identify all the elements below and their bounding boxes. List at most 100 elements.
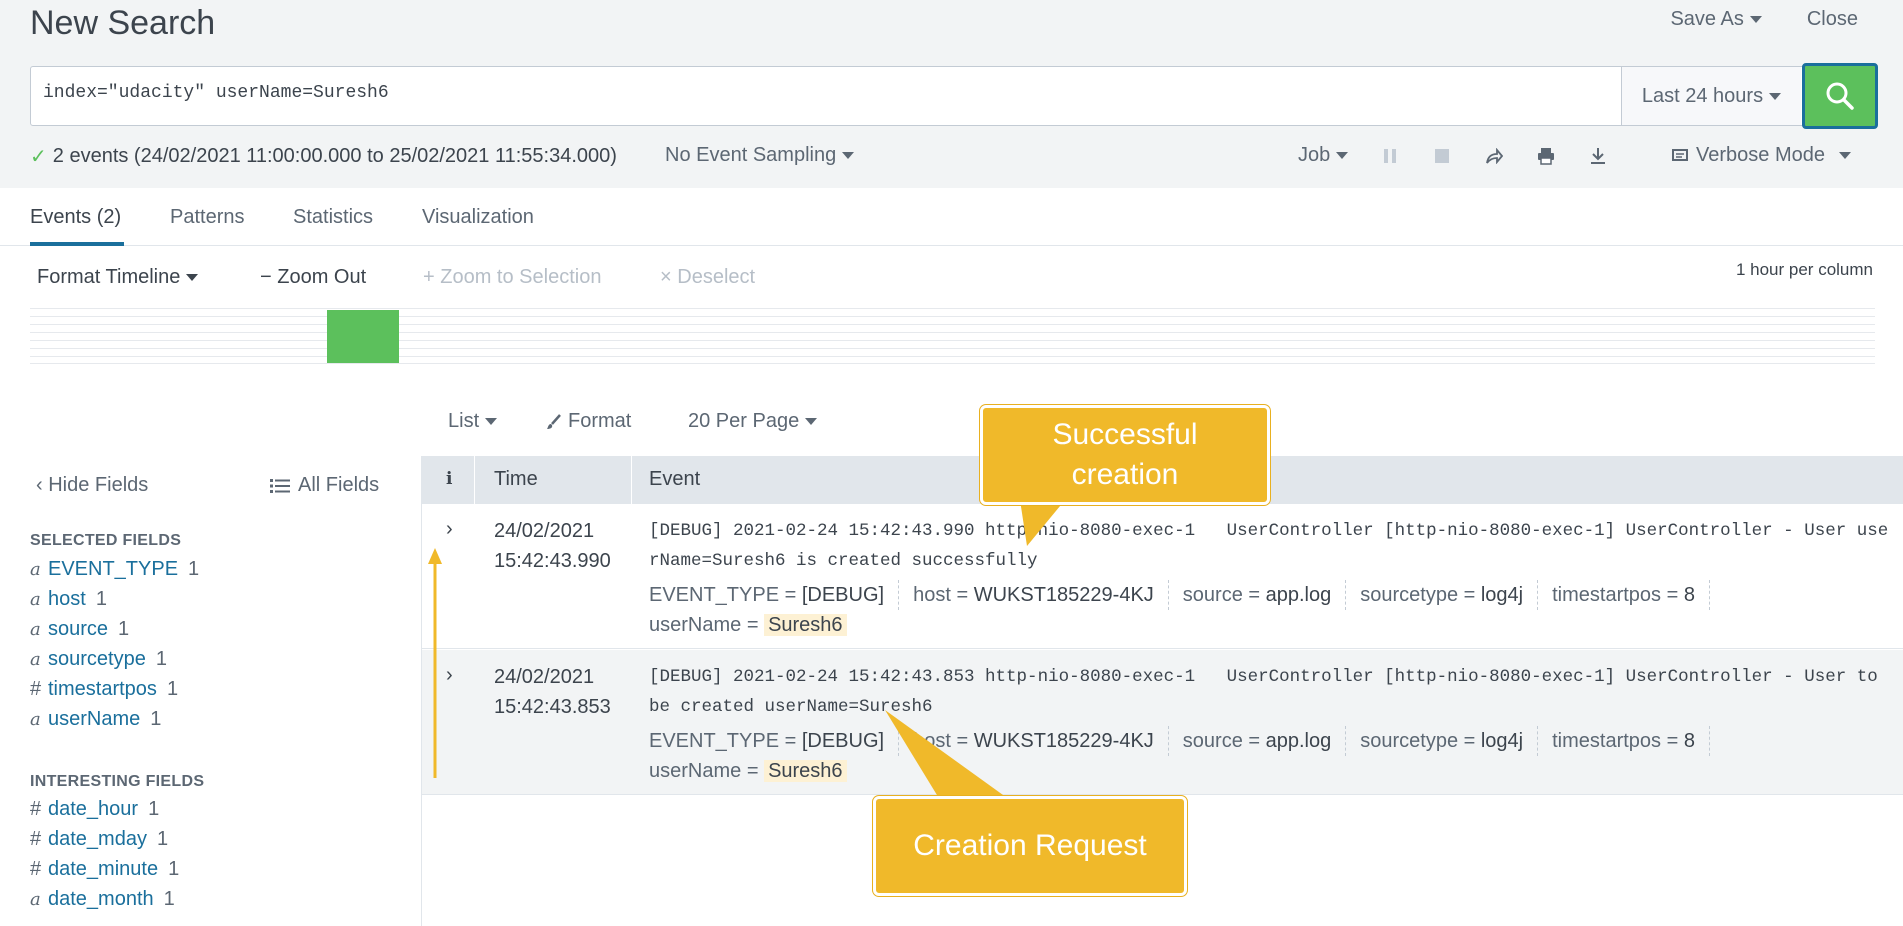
header-actions: Save As Close — [1670, 8, 1858, 31]
timeline-scale: 1 hour per column — [1735, 260, 1873, 279]
event-sampling-menu[interactable]: No Event Sampling — [665, 144, 855, 167]
fields-sidebar: ‹ Hide Fields All Fields SELECTED FIELDS… — [0, 456, 422, 926]
list-label: List — [448, 410, 480, 432]
search-button[interactable] — [1802, 63, 1878, 129]
field-key: userName = — [649, 760, 765, 782]
field-pair-username[interactable]: userName = Suresh6 — [649, 610, 861, 640]
search-input[interactable]: index="udacity" userName=Suresh6 — [43, 83, 389, 103]
format-timeline-menu[interactable]: Format Timeline — [37, 266, 199, 289]
field-pair-sourcetype[interactable]: sourcetype = log4j — [1360, 726, 1539, 756]
success-callout-text: Successful creation — [1052, 418, 1198, 491]
field-name[interactable]: EVENT_TYPE — [48, 558, 178, 581]
event-time[interactable]: 24/02/2021 15:42:43.853 — [494, 662, 611, 722]
job-toolbar: Job — [1298, 144, 1608, 167]
tab-visualization[interactable]: Visualization — [422, 206, 534, 229]
table-row[interactable]: › 24/02/2021 15:42:43.990 [DEBUG] 2021-0… — [422, 504, 1903, 649]
field-date-month[interactable]: a date_month 1 — [30, 888, 175, 911]
timeline-gridline — [30, 348, 1875, 349]
field-name[interactable]: source — [48, 618, 108, 641]
share-icon[interactable] — [1484, 146, 1504, 166]
export-icon[interactable] — [1588, 146, 1608, 166]
field-pair-source[interactable]: source = app.log — [1182, 726, 1347, 756]
save-as-menu[interactable]: Save As — [1670, 8, 1762, 31]
interesting-fields-title: INTERESTING FIELDS — [30, 773, 205, 790]
event-summary: 2 events (24/02/2021 11:00:00.000 to 25/… — [52, 145, 617, 167]
zoom-to-selection-label: Zoom to Selection — [440, 266, 602, 288]
caret-down-icon — [1769, 92, 1782, 100]
list-view-menu[interactable]: List — [448, 410, 498, 433]
field-username[interactable]: a userName 1 — [30, 708, 161, 731]
field-name[interactable]: timestartpos — [48, 678, 157, 701]
deselect-button[interactable]: × Deselect — [660, 266, 755, 289]
table-row[interactable]: › 24/02/2021 15:42:43.853 [DEBUG] 2021-0… — [422, 650, 1903, 795]
plus-icon: + — [423, 266, 435, 288]
event-raw-text[interactable]: [DEBUG] 2021-02-24 15:42:43.853 http-nio… — [649, 662, 1889, 722]
string-field-icon: a — [30, 649, 41, 670]
job-menu[interactable]: Job — [1298, 144, 1349, 167]
field-pair-event-type[interactable]: EVENT_TYPE = [DEBUG] — [649, 580, 900, 610]
field-sourcetype[interactable]: a sourcetype 1 — [30, 648, 167, 671]
brush-icon — [547, 413, 561, 429]
stop-icon[interactable] — [1432, 146, 1452, 166]
field-pair-timestartpos[interactable]: timestartpos = 8 — [1552, 580, 1710, 610]
event-time[interactable]: 24/02/2021 15:42:43.990 — [494, 516, 611, 576]
tab-events[interactable]: Events (2) — [30, 206, 121, 229]
field-date-minute[interactable]: # date_minute 1 — [30, 858, 179, 881]
timeline-gridline — [30, 332, 1875, 333]
timeline-gridline — [30, 324, 1875, 325]
field-name[interactable]: date_minute — [48, 858, 158, 881]
event-field-summary: EVENT_TYPE = [DEBUG] host = WUKST185229-4… — [649, 580, 1889, 640]
list-icon — [270, 478, 290, 493]
event-raw-text[interactable]: [DEBUG] 2021-02-24 15:42:43.990 http-nio… — [649, 516, 1889, 576]
deselect-label: Deselect — [677, 266, 756, 288]
field-name[interactable]: date_hour — [48, 798, 138, 821]
pause-icon[interactable] — [1380, 146, 1400, 166]
field-key: source = — [1182, 730, 1266, 752]
zoom-to-selection-button[interactable]: + Zoom to Selection — [423, 266, 601, 289]
field-pair-sourcetype[interactable]: sourcetype = log4j — [1360, 580, 1539, 610]
format-button[interactable]: Format — [546, 410, 631, 433]
search-mode-menu[interactable]: Verbose Mode — [1672, 144, 1851, 167]
field-pair-event-type[interactable]: EVENT_TYPE = [DEBUG] — [649, 726, 900, 756]
column-time[interactable]: Time — [494, 468, 538, 491]
timeline-gridline — [30, 356, 1875, 357]
close-button[interactable]: Close — [1807, 8, 1858, 31]
chevron-right-icon[interactable]: › — [446, 518, 453, 541]
hide-fields-button[interactable]: ‹ Hide Fields — [36, 474, 148, 497]
event-date: 24/02/2021 — [494, 520, 595, 542]
numeric-field-icon: # — [30, 828, 42, 850]
field-name[interactable]: sourcetype — [48, 648, 146, 671]
tab-patterns[interactable]: Patterns — [170, 206, 244, 229]
format-label: Format — [568, 410, 632, 432]
field-name[interactable]: userName — [48, 708, 140, 731]
field-date-mday[interactable]: # date_mday 1 — [30, 828, 168, 851]
request-callout-text: Creation Request — [913, 829, 1147, 862]
timeline-bar[interactable] — [327, 310, 399, 363]
field-date-hour[interactable]: # date_hour 1 — [30, 798, 159, 821]
event-date: 24/02/2021 — [494, 666, 595, 688]
per-page-menu[interactable]: 20 Per Page — [688, 410, 818, 433]
zoom-out-button[interactable]: − Zoom Out — [260, 266, 366, 289]
field-event-type[interactable]: a EVENT_TYPE 1 — [30, 558, 199, 581]
chevron-right-icon[interactable]: › — [446, 664, 453, 687]
field-pair-username[interactable]: userName = Suresh6 — [649, 756, 861, 786]
field-pair-host[interactable]: host = WUKST185229-4KJ — [913, 580, 1169, 610]
field-timestartpos[interactable]: # timestartpos 1 — [30, 678, 178, 701]
event-sampling-label: No Event Sampling — [665, 144, 837, 166]
field-key: EVENT_TYPE = — [649, 584, 802, 606]
field-name[interactable]: date_month — [48, 888, 154, 911]
field-pair-source[interactable]: source = app.log — [1183, 580, 1347, 610]
timeline-histogram[interactable] — [30, 308, 1875, 364]
print-icon[interactable] — [1536, 146, 1556, 166]
field-value: log4j — [1480, 730, 1524, 752]
field-name[interactable]: host — [48, 588, 86, 611]
column-separator — [631, 456, 632, 504]
field-source[interactable]: a source 1 — [30, 618, 129, 641]
field-name[interactable]: date_mday — [48, 828, 147, 851]
field-host[interactable]: a host 1 — [30, 588, 107, 611]
time-range-picker[interactable]: Last 24 hours — [1621, 67, 1801, 125]
field-pair-timestartpos[interactable]: timestartpos = 8 — [1552, 726, 1710, 756]
tab-statistics[interactable]: Statistics — [293, 206, 373, 229]
field-key: userName = — [649, 614, 765, 636]
all-fields-button[interactable]: All Fields — [270, 474, 379, 497]
